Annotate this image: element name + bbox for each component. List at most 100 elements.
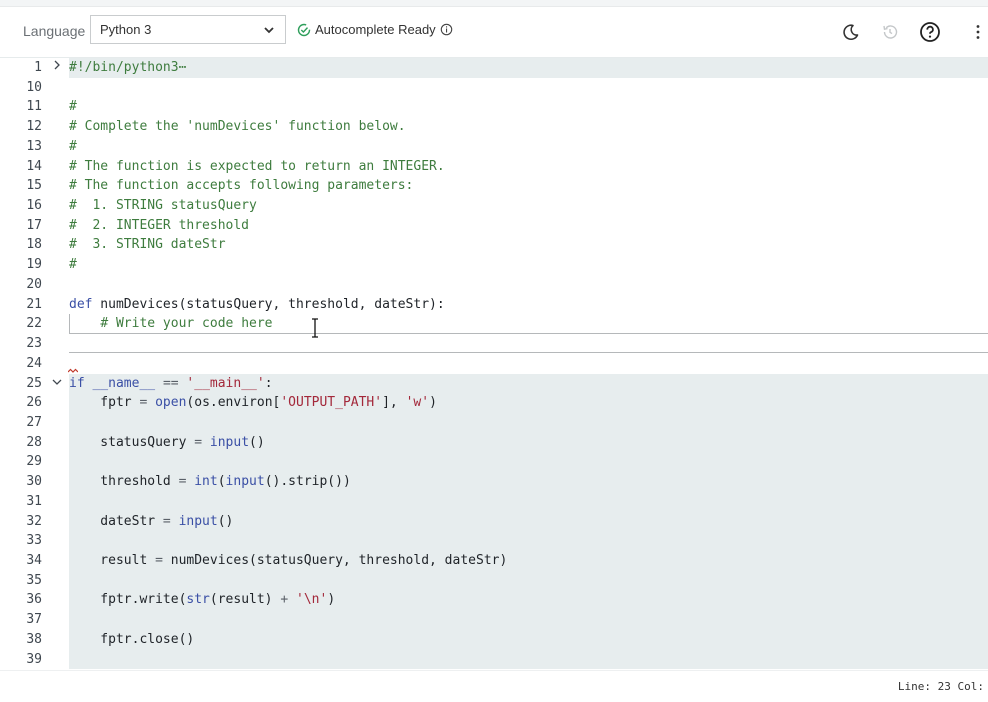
error-squiggle-icon: [68, 368, 78, 373]
code-line[interactable]: 14 # The function is expected to return a…: [0, 157, 988, 177]
line-number: 39: [26, 651, 42, 667]
code-text[interactable]: threshold = int(input().strip()): [69, 472, 988, 492]
code-line[interactable]: 19 #: [0, 255, 988, 275]
code-line[interactable]: 15 # The function accepts following param…: [0, 176, 988, 196]
line-number: 24: [26, 355, 42, 371]
help-icon: [920, 22, 940, 42]
more-vertical-icon: [976, 25, 980, 39]
code-line[interactable]: 36 fptr.write(str(result) + '\n'): [0, 590, 988, 611]
chevron-down-icon: [264, 27, 274, 34]
code-line[interactable]: 38 fptr.close(): [0, 629, 988, 650]
info-icon[interactable]: [440, 23, 453, 36]
chevron-right-icon[interactable]: [50, 58, 64, 78]
code-line[interactable]: 13 #: [0, 137, 988, 157]
code-text[interactable]: [69, 491, 988, 512]
code-line[interactable]: 33: [0, 531, 988, 551]
code-line[interactable]: 35: [0, 570, 988, 591]
line-number: 15: [26, 178, 42, 194]
code-line[interactable]: 30 threshold = int(input().strip()): [0, 472, 988, 492]
code-text[interactable]: # Complete the 'numDevices' function bel…: [69, 117, 988, 137]
code-editor[interactable]: 1 #!/bin/python3⋯ 10 11 #12 # Complete the 'n…: [0, 58, 988, 670]
language-select[interactable]: Python 3: [90, 15, 286, 44]
code-line[interactable]: 25 if __name__ == '__main__':: [0, 373, 988, 394]
code-line[interactable]: 28 statusQuery = input(): [0, 432, 988, 453]
code-text[interactable]: def numDevices(statusQuery, threshold, d…: [69, 295, 988, 315]
code-text[interactable]: [69, 354, 988, 374]
code-text[interactable]: if __name__ == '__main__':: [69, 373, 988, 394]
code-line[interactable]: 1 #!/bin/python3⋯: [0, 58, 988, 78]
code-text[interactable]: fptr.close(): [69, 629, 988, 650]
code-text[interactable]: fptr.write(str(result) + '\n'): [69, 590, 988, 611]
line-number: 22: [26, 316, 42, 332]
line-number: 25: [26, 375, 42, 391]
history-button[interactable]: [879, 21, 901, 43]
code-line[interactable]: 24: [0, 354, 988, 374]
text-cursor-icon: [312, 318, 318, 338]
code-line[interactable]: 16 # 1. STRING statusQuery: [0, 196, 988, 216]
code-text[interactable]: [69, 412, 988, 433]
chevron-down-icon[interactable]: [50, 374, 64, 394]
code-text[interactable]: [69, 78, 988, 98]
code-text[interactable]: #: [69, 137, 988, 157]
line-number: 19: [26, 257, 42, 273]
code-line[interactable]: 17 # 2. INTEGER threshold: [0, 216, 988, 236]
code-line[interactable]: 12 # Complete the 'numDevices' function b…: [0, 117, 988, 137]
code-line[interactable]: 21 def numDevices(statusQuery, threshold,…: [0, 295, 988, 315]
line-number: 20: [26, 276, 42, 292]
line-number: 14: [26, 158, 42, 174]
code-text[interactable]: [69, 570, 988, 591]
code-text[interactable]: #: [69, 97, 988, 117]
code-line[interactable]: 22 # Write your code here: [0, 314, 988, 334]
cursor-position: Line: 23 Col:: [897, 680, 984, 693]
line-number: 30: [26, 474, 42, 490]
line-number: 21: [26, 296, 42, 312]
code-text[interactable]: fptr = open(os.environ['OUTPUT_PATH'], '…: [69, 393, 988, 413]
line-number: 28: [26, 434, 42, 450]
line-number: 13: [26, 138, 42, 154]
code-line[interactable]: 32 dateStr = input(): [0, 511, 988, 532]
code-line[interactable]: 11 #: [0, 97, 988, 117]
line-number: 27: [26, 414, 42, 430]
code-text[interactable]: # The function accepts following paramet…: [69, 176, 988, 196]
line-number: 18: [26, 237, 42, 253]
code-text[interactable]: # 2. INTEGER threshold: [69, 216, 988, 236]
code-text[interactable]: [69, 334, 988, 354]
line-number: 38: [26, 631, 42, 647]
code-text[interactable]: [69, 610, 988, 630]
code-line[interactable]: 10: [0, 78, 988, 98]
code-text[interactable]: dateStr = input(): [69, 511, 988, 532]
code-line[interactable]: 18 # 3. STRING dateStr: [0, 235, 988, 255]
code-line[interactable]: 29: [0, 452, 988, 473]
code-line[interactable]: 37: [0, 610, 988, 630]
code-text[interactable]: [69, 452, 988, 473]
code-line[interactable]: 26 fptr = open(os.environ['OUTPUT_PATH']…: [0, 393, 988, 413]
code-text[interactable]: [69, 531, 988, 551]
code-text[interactable]: # The function is expected to return an …: [69, 157, 988, 177]
autocomplete-status-text: Autocomplete Ready: [315, 22, 436, 37]
code-line[interactable]: 20: [0, 275, 988, 295]
line-number: 16: [26, 198, 42, 214]
code-text[interactable]: statusQuery = input(): [69, 432, 988, 453]
code-line[interactable]: 31: [0, 491, 988, 512]
code-line[interactable]: 34 result = numDevices(statusQuery, thre…: [0, 551, 988, 571]
code-text[interactable]: result = numDevices(statusQuery, thresho…: [69, 551, 988, 571]
code-line[interactable]: 27: [0, 412, 988, 433]
line-number: 29: [26, 454, 42, 470]
autocomplete-status: Autocomplete Ready: [297, 22, 453, 37]
code-text[interactable]: # 3. STRING dateStr: [69, 235, 988, 255]
code-text[interactable]: #: [69, 255, 988, 275]
code-text[interactable]: # 1. STRING statusQuery: [69, 196, 988, 216]
code-text[interactable]: [69, 275, 988, 295]
line-number: 26: [26, 395, 42, 411]
code-text[interactable]: [69, 649, 988, 670]
line-number: 1: [34, 60, 42, 75]
line-number: 37: [26, 612, 42, 628]
code-text[interactable]: # Write your code here: [69, 314, 988, 334]
more-options-button[interactable]: [968, 21, 988, 43]
code-line[interactable]: 23: [0, 334, 988, 354]
check-circle-icon: [297, 23, 311, 36]
help-button[interactable]: [919, 21, 941, 43]
theme-toggle-button[interactable]: [840, 21, 862, 43]
code-text[interactable]: #!/bin/python3⋯: [69, 58, 988, 78]
code-line[interactable]: 39: [0, 649, 988, 670]
